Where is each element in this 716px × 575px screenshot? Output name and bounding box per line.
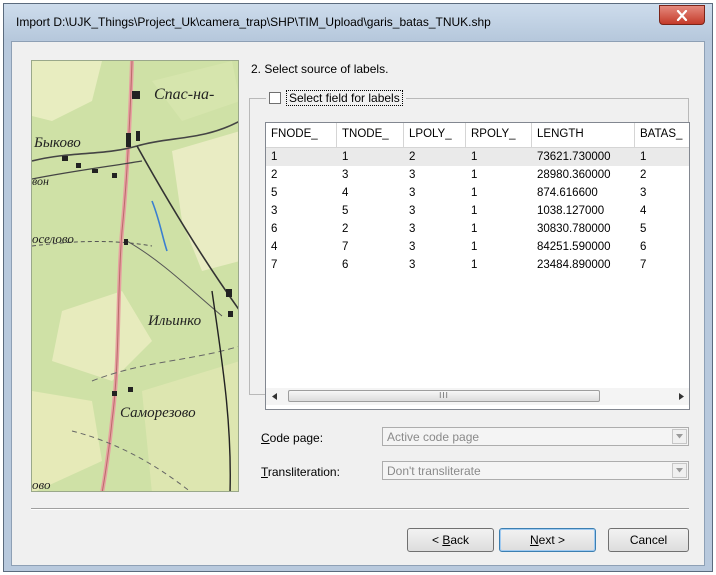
close-x-icon: [676, 9, 688, 21]
table-cell: 4: [271, 241, 278, 253]
table-cell: 73621.730000: [537, 151, 611, 163]
table-cell: 4: [342, 187, 349, 199]
table-cell: 5: [342, 205, 349, 217]
table-cell: 30830.780000: [537, 223, 611, 235]
cancel-button[interactable]: Cancel: [608, 528, 689, 552]
map-label-von: вон: [32, 174, 49, 188]
column-header[interactable]: LPOLY_: [404, 123, 466, 147]
table-cell: 84251.590000: [537, 241, 611, 253]
table-row[interactable]: 3 5 3 1 1038.127000 4: [266, 202, 689, 220]
map-label-bykovo: Быково: [33, 135, 81, 151]
map-label-oselovo: оселово: [32, 231, 74, 246]
table-cell: 2: [409, 151, 416, 163]
close-button[interactable]: [659, 5, 705, 25]
table-cell: 2: [640, 169, 647, 181]
table-cell: 28980.360000: [537, 169, 611, 181]
table-cell: 874.616600: [537, 187, 598, 199]
table-cell: 5: [271, 187, 278, 199]
dropdown-button[interactable]: [672, 463, 687, 478]
transliteration-dropdown[interactable]: Don't transliterate: [382, 461, 689, 480]
table-row[interactable]: 2 3 3 1 28980.360000 2: [266, 166, 689, 184]
table-cell: 6: [342, 259, 349, 271]
table-cell: 3: [409, 223, 416, 235]
table-cell: 1038.127000: [537, 205, 605, 217]
table-cell: 1: [471, 169, 478, 181]
import-dialog-window: Import D:\UJK_Things\Project_Uk\camera_t…: [3, 3, 713, 572]
topographic-map: Спас-на- Быково вон оселово Ильинко Само…: [32, 61, 238, 492]
table-cell: 1: [471, 223, 478, 235]
select-field-checkbox-label[interactable]: Select field for labels: [286, 90, 403, 106]
table-row[interactable]: 4 7 3 1 84251.590000 6: [266, 238, 689, 256]
table-row[interactable]: 1 1 2 1 73621.730000 1: [266, 148, 689, 166]
select-field-checkbox[interactable]: [269, 92, 281, 104]
chevron-down-icon: [676, 468, 683, 473]
map-label-spas: Спас-на-: [154, 86, 214, 103]
table-cell: 1: [342, 151, 349, 163]
back-button[interactable]: < Back: [407, 528, 494, 552]
column-header[interactable]: TNODE_: [337, 123, 404, 147]
table-row[interactable]: 6 2 3 1 30830.780000 5: [266, 220, 689, 238]
code-page-dropdown[interactable]: Active code page: [382, 427, 689, 446]
table-cell: 7: [640, 259, 647, 271]
column-header[interactable]: FNODE_: [266, 123, 337, 147]
table-cell: 3: [409, 169, 416, 181]
scroll-thumb[interactable]: III: [288, 390, 600, 402]
table-cell: 2: [271, 169, 278, 181]
code-page-label: Code page:: [261, 431, 324, 445]
table-cell: 3: [640, 187, 647, 199]
table-cell: 6: [271, 223, 278, 235]
table-cell: 5: [640, 223, 647, 235]
map-label-ovo: ово: [32, 477, 51, 492]
table-cell: 7: [271, 259, 278, 271]
transliteration-label: Transliteration:: [261, 465, 340, 479]
table-cell: 3: [409, 205, 416, 217]
scroll-grip: III: [439, 391, 449, 400]
map-label-samorezovo: Саморезово: [120, 405, 196, 421]
select-field-checkbox-row[interactable]: Select field for labels: [266, 90, 406, 106]
table-header: FNODE_ TNODE_ LPOLY_ RPOLY_ LENGTH BATAS…: [266, 123, 689, 148]
table-cell: 1: [471, 151, 478, 163]
table-cell: 23484.890000: [537, 259, 611, 271]
dialog-body: Спас-на- Быково вон оселово Ильинко Само…: [11, 41, 705, 566]
table-cell: 3: [409, 187, 416, 199]
transliteration-value: Don't transliterate: [387, 464, 481, 478]
table-cell: 1: [640, 151, 647, 163]
table-cell: 1: [471, 259, 478, 271]
table-cell: 3: [409, 259, 416, 271]
map-preview-image: Спас-на- Быково вон оселово Ильинко Само…: [31, 60, 239, 492]
chevron-down-icon: [676, 434, 683, 439]
table-row[interactable]: 5 4 3 1 874.616600 3: [266, 184, 689, 202]
next-button[interactable]: Next >: [499, 528, 596, 552]
arrow-left-icon: [271, 393, 277, 400]
arrow-right-icon: [678, 393, 684, 400]
button-separator: [31, 508, 689, 510]
table-cell: 6: [640, 241, 647, 253]
step-heading: 2. Select source of labels.: [251, 62, 389, 76]
map-label-ilinko: Ильинко: [147, 313, 202, 329]
table-cell: 3: [409, 241, 416, 253]
table-cell: 7: [342, 241, 349, 253]
dropdown-button[interactable]: [672, 429, 687, 444]
column-header[interactable]: BATAS_: [635, 123, 689, 147]
table-cell: 1: [471, 241, 478, 253]
fields-table[interactable]: FNODE_ TNODE_ LPOLY_ RPOLY_ LENGTH BATAS…: [265, 122, 690, 410]
table-cell: 1: [271, 151, 278, 163]
table-cell: 2: [342, 223, 349, 235]
code-page-value: Active code page: [387, 430, 480, 444]
table-cell: 1: [471, 205, 478, 217]
window-title: Import D:\UJK_Things\Project_Uk\camera_t…: [16, 15, 491, 29]
table-cell: 3: [342, 169, 349, 181]
title-bar[interactable]: Import D:\UJK_Things\Project_Uk\camera_t…: [4, 4, 712, 40]
table-cell: 3: [271, 205, 278, 217]
column-header[interactable]: LENGTH: [532, 123, 635, 147]
scroll-left-button[interactable]: [266, 388, 283, 405]
table-row[interactable]: 7 6 3 1 23484.890000 7: [266, 256, 689, 274]
horizontal-scrollbar[interactable]: III: [266, 388, 689, 405]
table-cell: 4: [640, 205, 647, 217]
column-header[interactable]: RPOLY_: [466, 123, 532, 147]
table-cell: 1: [471, 187, 478, 199]
scroll-right-button[interactable]: [672, 388, 689, 405]
